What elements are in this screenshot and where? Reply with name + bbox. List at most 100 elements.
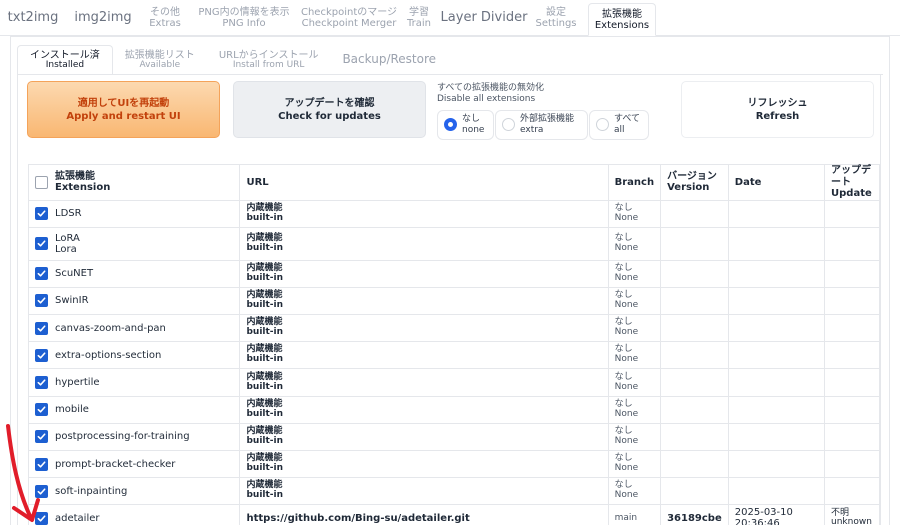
installed-content: 適用してUIを再起動 Apply and restart UI アップデートを確… — [17, 75, 881, 525]
enable-checkbox[interactable] — [35, 294, 48, 308]
radio-option-none[interactable]: なし none — [437, 109, 494, 140]
enable-checkbox[interactable] — [35, 267, 48, 281]
button-label-jp: リフレッシュ — [747, 97, 808, 109]
branch-cell: main — [607, 504, 662, 525]
header-label-en: Extension — [55, 182, 111, 194]
date-cell — [727, 314, 826, 343]
extension-name: LDSR — [55, 208, 82, 220]
button-label-jp: アップデートを確認 — [284, 97, 375, 109]
tab-checkpoint-merger[interactable]: Checkpointのマージ Checkpoint Merger — [298, 1, 400, 35]
extension-cell: prompt-bracket-checker — [27, 449, 241, 479]
enable-checkbox[interactable] — [35, 457, 48, 471]
extension-name: hypertile — [55, 377, 100, 389]
tab-label-en: Extensions — [594, 19, 650, 31]
builtin-label-en: built-in — [246, 463, 284, 474]
apply-and-restart-button[interactable]: 適用してUIを再起動 Apply and restart UI — [27, 81, 220, 138]
builtin-label-en: built-in — [246, 242, 284, 253]
tab-install-from-url[interactable]: URLからインストール Install from URL — [207, 45, 331, 75]
enable-checkbox[interactable] — [35, 430, 48, 444]
enable-checkbox[interactable] — [35, 207, 48, 221]
version-cell[interactable]: 36189cbe — [660, 504, 729, 525]
builtin-label-en: built-in — [246, 490, 284, 501]
tab-backup-restore[interactable]: Backup/Restore — [330, 45, 448, 75]
radio-option-extra[interactable]: 外部拡張機能 extra — [495, 109, 588, 140]
tab-available[interactable]: 拡張機能リスト Available — [113, 45, 207, 75]
tab-img2img[interactable]: img2img — [66, 1, 140, 35]
disable-all-title-en: Disable all extensions — [437, 93, 536, 104]
checkmark-icon — [37, 210, 46, 217]
table-row: soft-inpainting 内蔵機能 built-in なし None — [27, 477, 880, 506]
extension-name: ScuNET — [55, 268, 94, 280]
branch-cell: なし None — [607, 449, 662, 479]
table-row: mobile 内蔵機能 built-in なし None — [27, 395, 880, 424]
tab-label-jp: Checkpointのマージ — [300, 7, 398, 18]
radio-label-en: all — [614, 124, 625, 135]
update-cell — [824, 449, 880, 479]
header-label-jp: バージョン — [667, 170, 717, 182]
table-row: extra-options-section 内蔵機能 built-in なし None — [27, 341, 880, 370]
extension-cell: mobile — [27, 395, 241, 424]
checkmark-icon — [37, 406, 46, 413]
button-label-jp: 適用してUIを再起動 — [77, 97, 170, 109]
enable-checkbox[interactable] — [35, 237, 48, 251]
enable-checkbox[interactable] — [35, 484, 48, 498]
enable-checkbox[interactable] — [35, 511, 48, 525]
update-status-en: unknown — [831, 517, 872, 525]
url-cell: 内蔵機能 built-in — [239, 395, 609, 424]
tab-extras[interactable]: その他 Extras — [140, 1, 190, 35]
update-cell — [824, 477, 880, 506]
version-cell — [660, 368, 729, 397]
enable-checkbox[interactable] — [35, 403, 48, 417]
tab-label-jp: URLからインストール — [218, 49, 319, 61]
enable-checkbox[interactable] — [35, 376, 48, 390]
button-label-en: Apply and restart UI — [66, 110, 181, 122]
extension-cell: soft-inpainting — [27, 477, 241, 506]
tab-installed[interactable]: インストール済 Installed — [17, 45, 113, 75]
extension-subname: Lora — [55, 243, 77, 255]
checkmark-icon — [37, 352, 46, 359]
branch-cell: なし None — [607, 199, 662, 228]
url-cell: 内蔵機能 built-in — [239, 286, 609, 316]
tab-label: Backup/Restore — [342, 52, 437, 67]
tab-layer-divider[interactable]: Layer Divider — [438, 1, 530, 35]
header-label-en: Version — [667, 182, 710, 194]
select-all-checkbox[interactable] — [35, 175, 48, 189]
branch-none-en: None — [614, 299, 639, 310]
update-cell — [824, 226, 880, 261]
extensions-table: 拡張機能 Extension URL Branch バージョン Version Da… — [27, 164, 880, 525]
date-cell — [727, 422, 826, 452]
repo-url-link[interactable]: https://github.com/Bing-su/adetailer.git — [239, 504, 609, 525]
extension-name: mobile — [55, 404, 89, 416]
refresh-button[interactable]: リフレッシュ Refresh — [681, 81, 874, 138]
builtin-label-jp: 内蔵機能 — [246, 453, 283, 464]
date-cell — [727, 199, 826, 228]
branch-cell: なし None — [607, 226, 662, 261]
tab-settings[interactable]: 設定 Settings — [530, 1, 582, 35]
radio-label-en: none — [462, 124, 485, 135]
tab-label-en: PNG Info — [222, 18, 266, 29]
version-cell — [660, 449, 729, 479]
tab-train[interactable]: 学習 Train — [400, 1, 438, 35]
enable-checkbox[interactable] — [35, 321, 48, 335]
tab-txt2img[interactable]: txt2img — [0, 1, 66, 35]
version-cell — [660, 477, 729, 506]
date-cell — [727, 449, 826, 479]
tab-png-info[interactable]: PNG内の情報を表示 PNG Info — [190, 1, 298, 35]
version-cell — [660, 286, 729, 316]
enable-checkbox[interactable] — [35, 348, 48, 362]
update-cell — [824, 314, 880, 343]
url-cell: 内蔵機能 built-in — [239, 477, 609, 506]
url-cell: 内蔵機能 built-in — [239, 422, 609, 452]
builtin-label-jp: 内蔵機能 — [246, 232, 283, 243]
tab-extensions[interactable]: 拡張機能 Extensions — [588, 3, 656, 36]
table-row: SwinIR 内蔵機能 built-in なし None — [27, 286, 880, 316]
check-for-updates-button[interactable]: アップデートを確認 Check for updates — [233, 81, 426, 138]
branch-none-en: None — [614, 212, 639, 223]
sub-tab-bar: インストール済 Installed 拡張機能リスト Available URLからイ… — [17, 43, 448, 75]
version-cell — [660, 226, 729, 261]
table-row: ScuNET 内蔵機能 built-in なし None — [27, 259, 880, 288]
radio-option-all[interactable]: すべて all — [589, 109, 649, 140]
radio-label-en: extra — [520, 124, 544, 135]
extension-cell: LDSR — [27, 199, 241, 228]
radio-label-jp: すべて — [614, 114, 641, 125]
